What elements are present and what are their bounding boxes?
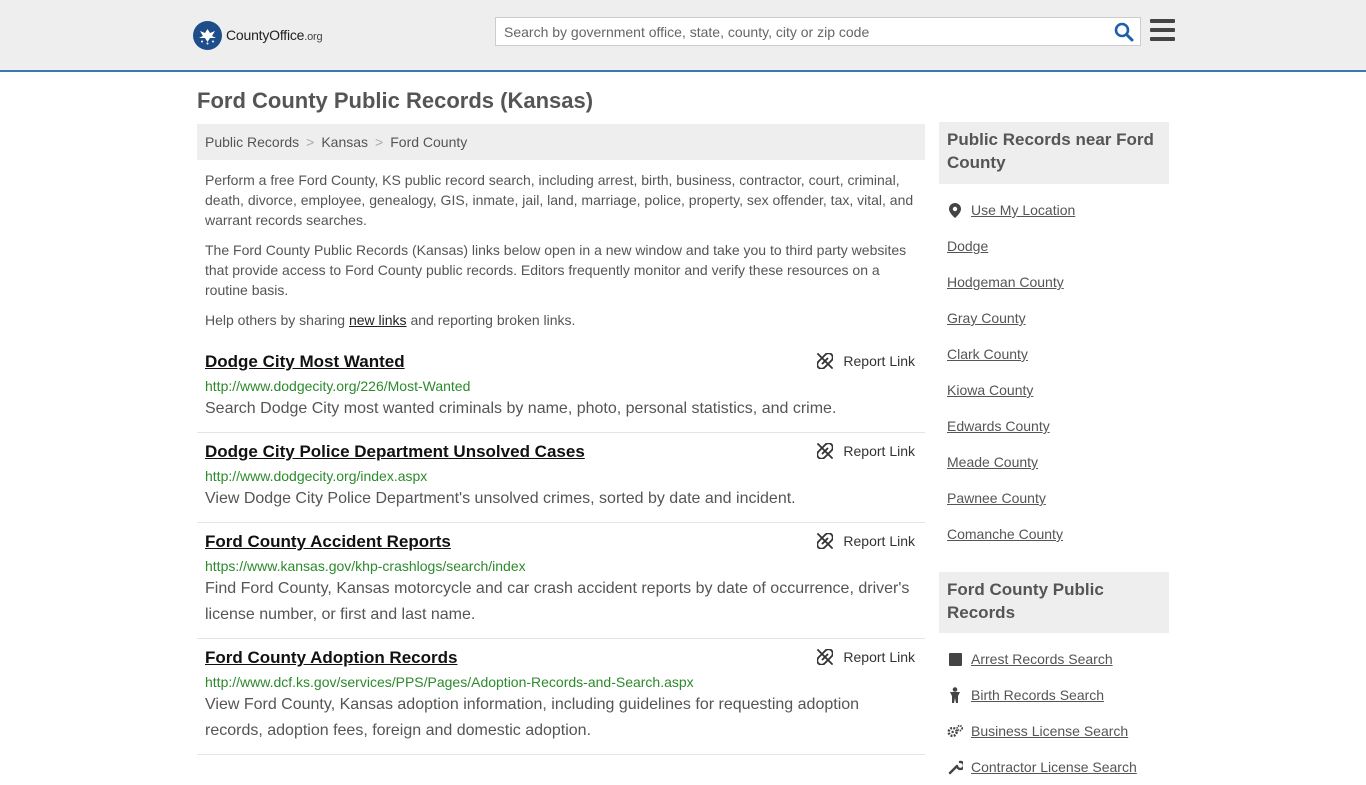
new-links-link[interactable]: new links — [349, 312, 407, 328]
site-header: CountyOffice.org — [0, 0, 1366, 72]
breadcrumb-kansas[interactable]: Kansas — [321, 134, 368, 150]
disclaimer-paragraph: The Ford County Public Records (Kansas) … — [205, 242, 907, 298]
eagle-seal-icon — [193, 20, 222, 50]
hamburger-menu-icon[interactable] — [1150, 19, 1175, 41]
search-icon — [1114, 22, 1134, 42]
report-link-label: Report Link — [843, 649, 915, 665]
result-description: View Dodge City Police Department's unso… — [205, 490, 796, 507]
birth-records-label: Birth Records Search — [971, 687, 1105, 703]
report-link-label: Report Link — [843, 443, 915, 459]
nearby-link-gray-county[interactable]: Gray County — [947, 300, 1167, 336]
result-url: https://www.kansas.gov/khp-crashlogs/sea… — [205, 558, 526, 574]
business-license-label: Business License Search — [971, 723, 1129, 739]
tools-icon — [947, 760, 963, 775]
report-link-button[interactable]: Report Link — [817, 353, 915, 369]
nearby-link-edwards-county[interactable]: Edwards County — [947, 408, 1167, 444]
county-records-list: Arrest Records Search Birth Records Sear… — [947, 641, 1167, 785]
result-description: Find Ford County, Kansas motorcycle and … — [205, 580, 910, 623]
report-link-button[interactable]: Report Link — [817, 443, 915, 459]
contractor-license-link[interactable]: Contractor License Search — [947, 749, 1167, 785]
arrest-records-link[interactable]: Arrest Records Search — [947, 641, 1167, 677]
nearby-link-hodgeman-county[interactable]: Hodgeman County — [947, 264, 1167, 300]
result-url: http://www.dcf.ks.gov/services/PPS/Pages… — [205, 674, 694, 690]
intro-paragraph: Perform a free Ford County, KS public re… — [205, 172, 914, 228]
share-text-before: Help others by sharing — [205, 312, 349, 328]
birth-records-link[interactable]: Birth Records Search — [947, 677, 1167, 713]
result-url: http://www.dodgecity.org/226/Most-Wanted — [205, 378, 471, 394]
county-records-heading: Ford County Public Records — [939, 572, 1169, 633]
broken-link-icon — [817, 533, 834, 549]
result-title-link[interactable]: Dodge City Police Department Unsolved Ca… — [205, 441, 585, 463]
result-description: Search Dodge City most wanted criminals … — [205, 400, 837, 417]
logo-wordmark: CountyOffice.org — [226, 27, 323, 43]
site-logo[interactable]: CountyOffice.org — [193, 20, 323, 50]
report-link-label: Report Link — [843, 353, 915, 369]
result-description: View Ford County, Kansas adoption inform… — [205, 696, 860, 739]
result-item: Dodge City Police Department Unsolved Ca… — [197, 433, 925, 523]
results-list: Dodge City Most Wanted Report Link http:… — [197, 343, 925, 755]
gears-icon — [947, 724, 963, 738]
page-title: Ford County Public Records (Kansas) — [197, 88, 594, 113]
use-my-location-label: Use My Location — [971, 202, 1076, 218]
map-marker-icon — [947, 202, 963, 218]
report-link-label: Report Link — [843, 533, 915, 549]
result-title-link[interactable]: Ford County Accident Reports — [205, 531, 451, 553]
result-title-link[interactable]: Ford County Adoption Records — [205, 647, 457, 669]
use-my-location-link[interactable]: Use My Location — [947, 192, 1167, 228]
share-text-after: and reporting broken links. — [406, 312, 576, 328]
result-title-link[interactable]: Dodge City Most Wanted — [205, 351, 405, 373]
business-license-link[interactable]: Business License Search — [947, 713, 1167, 749]
broken-link-icon — [817, 649, 834, 665]
square-icon — [947, 652, 963, 666]
logo-brand: CountyOffice — [226, 27, 305, 43]
broken-link-icon — [817, 353, 834, 369]
share-links-paragraph: Help others by sharing new links and rep… — [205, 310, 917, 330]
nearby-link-clark-county[interactable]: Clark County — [947, 336, 1167, 372]
nearby-link-pawnee-county[interactable]: Pawnee County — [947, 480, 1167, 516]
logo-tld: .org — [304, 31, 323, 43]
nearby-link-meade-county[interactable]: Meade County — [947, 444, 1167, 480]
nearby-records-list: Use My Location Dodge Hodgeman County Gr… — [947, 192, 1167, 552]
broken-link-icon — [817, 443, 834, 459]
breadcrumb-separator: > — [375, 134, 384, 150]
nearby-link-kiowa-county[interactable]: Kiowa County — [947, 372, 1167, 408]
breadcrumb-public-records[interactable]: Public Records — [205, 134, 299, 150]
result-url: http://www.dodgecity.org/index.aspx — [205, 468, 428, 484]
result-item: Dodge City Most Wanted Report Link http:… — [197, 343, 925, 433]
nearby-records-heading: Public Records near Ford County — [939, 122, 1169, 184]
report-link-button[interactable]: Report Link — [817, 533, 915, 549]
search-bar — [495, 17, 1141, 46]
nearby-link-dodge[interactable]: Dodge — [947, 228, 1167, 264]
breadcrumb-ford-county[interactable]: Ford County — [390, 134, 467, 150]
contractor-license-label: Contractor License Search — [971, 759, 1137, 775]
breadcrumb: Public Records > Kansas > Ford County — [197, 124, 925, 160]
arrest-records-label: Arrest Records Search — [971, 651, 1113, 667]
search-button[interactable] — [1114, 22, 1134, 42]
result-item: Ford County Adoption Records Report Link… — [197, 639, 925, 755]
result-item: Ford County Accident Reports Report Link… — [197, 523, 925, 639]
nearby-link-comanche-county[interactable]: Comanche County — [947, 516, 1167, 552]
baby-icon — [947, 687, 963, 703]
report-link-button[interactable]: Report Link — [817, 649, 915, 665]
search-input[interactable] — [496, 18, 1106, 45]
breadcrumb-separator: > — [306, 134, 315, 150]
